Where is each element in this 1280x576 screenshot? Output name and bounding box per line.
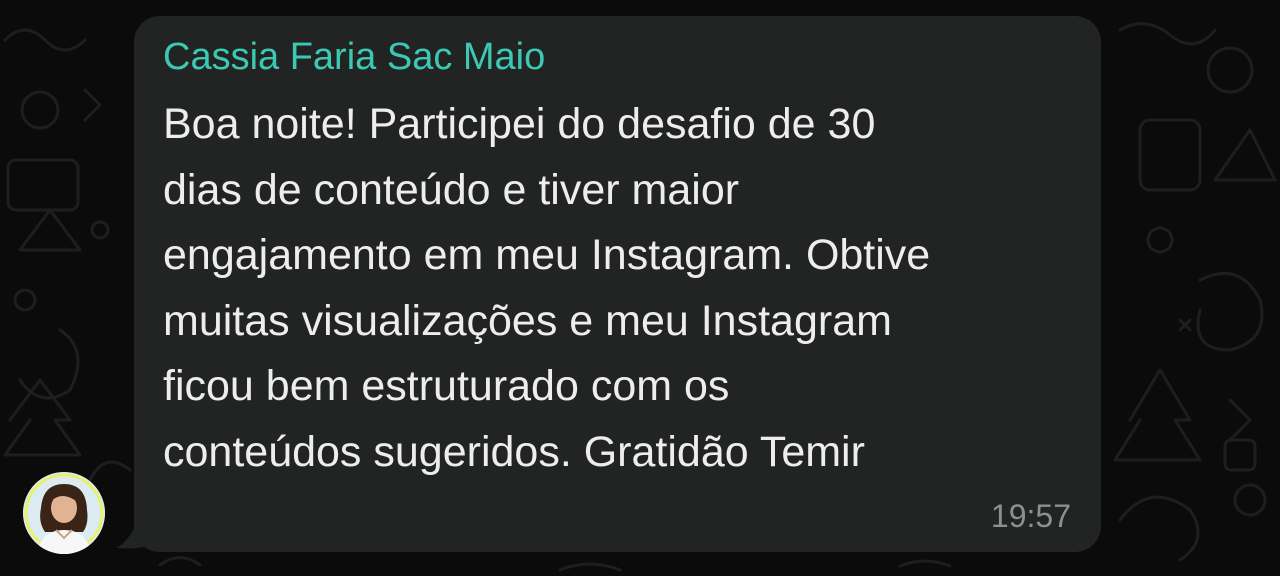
message-line: dias de conteúdo e tiver maior: [163, 165, 740, 214]
message-timestamp: 19:57: [990, 498, 1071, 534]
avatar-photo-icon: [23, 472, 105, 554]
sender-name[interactable]: Cassia Faria Sac Maio: [163, 34, 545, 80]
message-line: Boa noite! Participei do desafio de 30: [163, 100, 876, 148]
message-text: Boa noite! Participei do desafio de 30 d…: [163, 92, 1083, 485]
message-line: muitas visualizações e meu Instagram: [163, 296, 892, 345]
message-bubble[interactable]: Cassia Faria Sac Maio Boa noite! Partici…: [134, 16, 1101, 552]
sender-avatar[interactable]: [23, 472, 105, 554]
message-line: conteúdos sugeridos. Gratidão Temir: [163, 427, 865, 476]
message-line: engajamento em meu Instagram. Obtive: [163, 231, 931, 279]
message-line: ficou bem estruturado com os: [163, 362, 730, 410]
